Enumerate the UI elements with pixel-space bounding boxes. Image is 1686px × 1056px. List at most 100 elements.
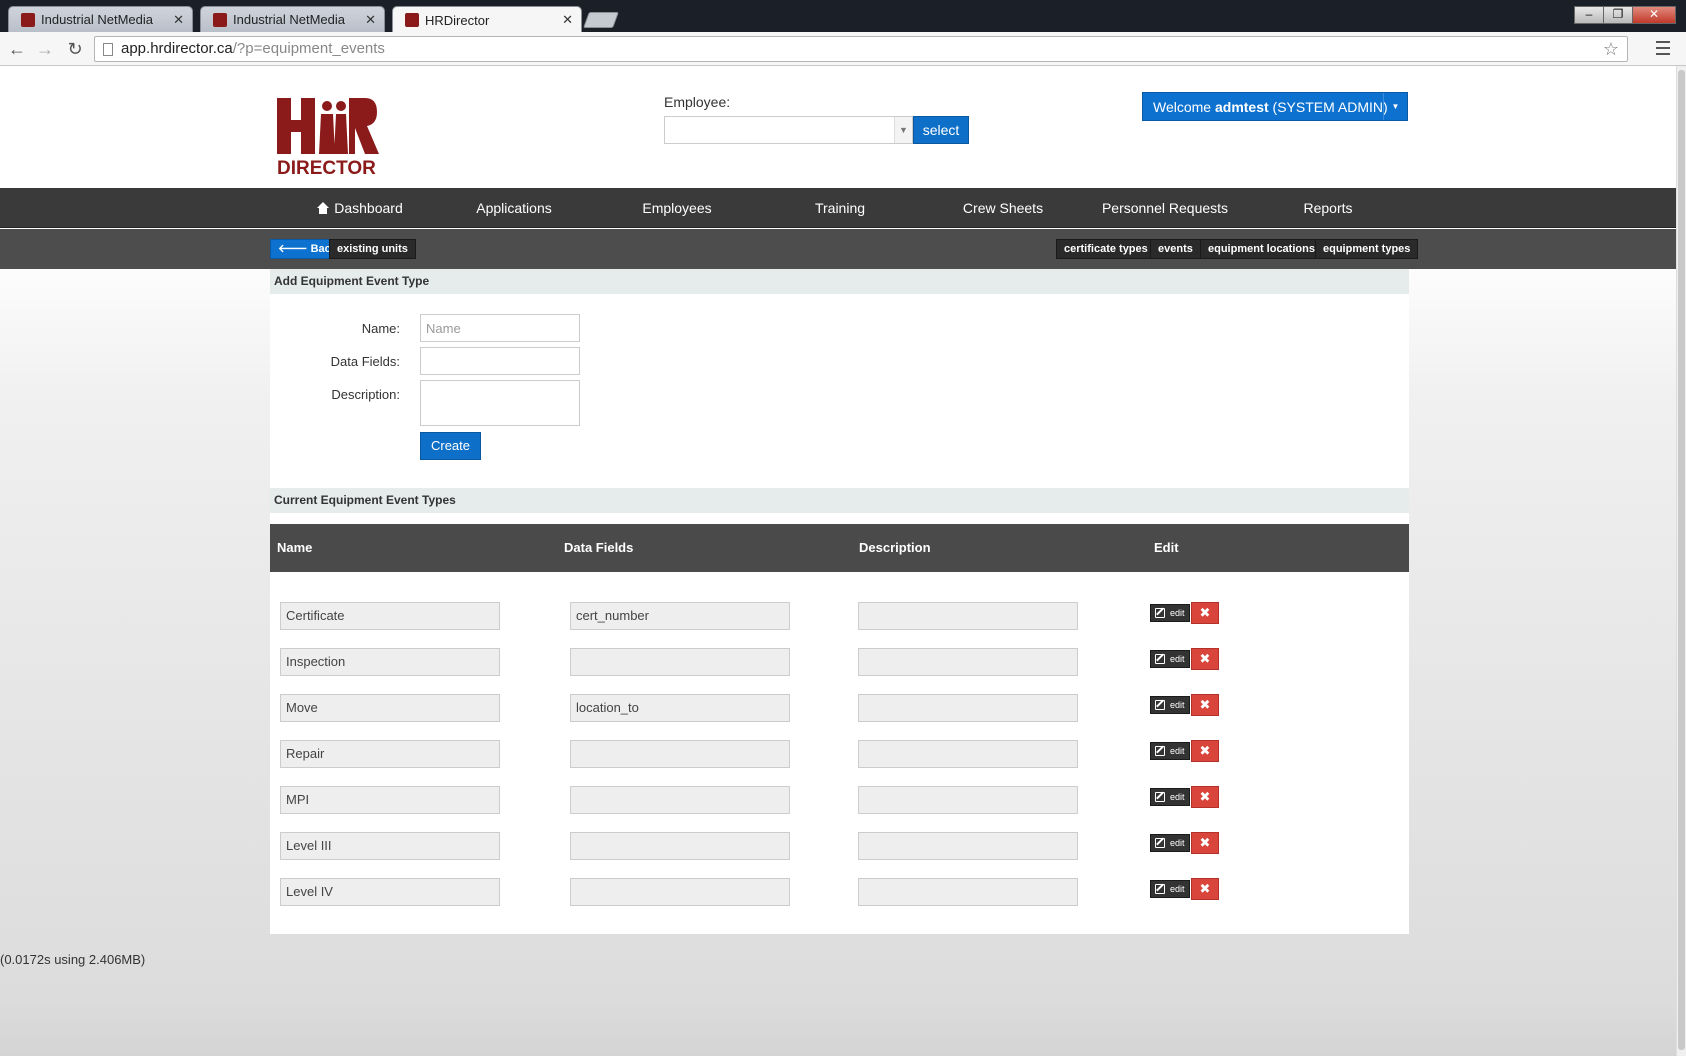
nav-employees[interactable]: Employees (617, 188, 737, 228)
delete-icon[interactable]: ✖ (1191, 740, 1219, 762)
home-icon (317, 202, 330, 214)
delete-icon[interactable]: ✖ (1191, 694, 1219, 716)
certificate-types-button[interactable]: certificate types (1056, 239, 1156, 259)
row-data-fields-field[interactable] (570, 648, 790, 676)
nav-applications[interactable]: Applications (454, 188, 574, 228)
delete-icon[interactable]: ✖ (1191, 878, 1219, 900)
row-data-fields-field[interactable] (570, 786, 790, 814)
data-fields-input[interactable] (420, 347, 580, 375)
row-data-fields-field[interactable] (570, 740, 790, 768)
table-row: Move location_to edit ✖ (270, 694, 1409, 722)
tab-close-icon[interactable]: ✕ (562, 12, 573, 28)
row-name-field[interactable]: MPI (280, 786, 500, 814)
welcome-role: (SYSTEM ADMIN) (1268, 99, 1388, 115)
row-name-field[interactable]: Level IV (280, 878, 500, 906)
events-button[interactable]: events (1150, 239, 1201, 259)
chevron-down-icon[interactable]: ▼ (1383, 93, 1407, 120)
equipment-locations-button[interactable]: equipment locations (1200, 239, 1323, 259)
edit-icon (1155, 654, 1165, 664)
name-input[interactable] (420, 314, 580, 342)
delete-icon[interactable]: ✖ (1191, 786, 1219, 808)
edit-button[interactable]: edit (1150, 604, 1190, 622)
row-name-field[interactable]: Repair (280, 740, 500, 768)
nav-dashboard[interactable]: Dashboard (300, 188, 420, 228)
edit-button[interactable]: edit (1150, 834, 1190, 852)
edit-icon (1155, 608, 1165, 618)
back-arrow-icon[interactable]: ← (6, 38, 28, 60)
page-scrollbar[interactable] (1676, 66, 1686, 1056)
tab-close-icon[interactable]: ✕ (173, 12, 184, 28)
main-navigation: Dashboard Applications Employees Trainin… (0, 188, 1676, 228)
edit-label: edit (1170, 792, 1185, 802)
row-data-fields-field[interactable] (570, 832, 790, 860)
row-description-field[interactable] (858, 694, 1078, 722)
dropdown-arrow-icon[interactable]: ▼ (894, 117, 912, 143)
nav-personnel-requests[interactable]: Personnel Requests (1090, 188, 1240, 228)
row-name-field[interactable]: Inspection (280, 648, 500, 676)
table-row: Repair edit ✖ (270, 740, 1409, 768)
new-tab-button[interactable] (583, 12, 619, 28)
hrdirector-logo[interactable]: DIRECTOR (275, 96, 379, 179)
window-close-button[interactable]: ✕ (1632, 6, 1676, 24)
row-description-field[interactable] (858, 786, 1078, 814)
tab-close-icon[interactable]: ✕ (365, 12, 376, 28)
nav-label: Dashboard (334, 200, 403, 216)
row-description-field[interactable] (858, 740, 1078, 768)
browser-tab-active[interactable]: HRDirector ✕ (392, 6, 582, 33)
edit-button[interactable]: edit (1150, 696, 1190, 714)
bookmark-star-icon[interactable]: ☆ (1603, 37, 1619, 61)
site-favicon-icon (21, 12, 35, 27)
create-button[interactable]: Create (420, 432, 481, 460)
url-host: app.hrdirector.ca (121, 40, 233, 57)
scrollbar-thumb[interactable] (1678, 70, 1685, 1050)
column-header-edit: Edit (1154, 540, 1179, 555)
existing-units-button[interactable]: existing units (329, 239, 416, 259)
forward-arrow-icon[interactable]: → (34, 38, 56, 60)
browser-menu-icon[interactable] (1656, 41, 1670, 55)
description-label: Description: (331, 387, 400, 402)
row-description-field[interactable] (858, 648, 1078, 676)
content-panel: Add Equipment Event Type Name: Data Fiel… (270, 269, 1409, 934)
edit-icon (1155, 746, 1165, 756)
row-name-field[interactable]: Level III (280, 832, 500, 860)
edit-button[interactable]: edit (1150, 788, 1190, 806)
page-icon (103, 43, 113, 56)
edit-label: edit (1170, 746, 1185, 756)
edit-button[interactable]: edit (1150, 742, 1190, 760)
table-row: Level III edit ✖ (270, 832, 1409, 860)
employee-select[interactable]: ▼ (664, 116, 913, 144)
address-bar[interactable]: app.hrdirector.ca/?p=equipment_events ☆ (94, 36, 1628, 62)
edit-button[interactable]: edit (1150, 650, 1190, 668)
row-data-fields-field[interactable]: cert_number (570, 602, 790, 630)
row-data-fields-field[interactable] (570, 878, 790, 906)
delete-icon[interactable]: ✖ (1191, 648, 1219, 670)
nav-training[interactable]: Training (780, 188, 900, 228)
equipment-types-button[interactable]: equipment types (1315, 239, 1419, 259)
description-textarea[interactable] (420, 380, 580, 426)
nav-reports[interactable]: Reports (1268, 188, 1388, 228)
delete-icon[interactable]: ✖ (1191, 602, 1219, 624)
row-name-field[interactable]: Certificate (280, 602, 500, 630)
edit-button[interactable]: edit (1150, 880, 1190, 898)
delete-icon[interactable]: ✖ (1191, 832, 1219, 854)
table-row: Certificate cert_number edit ✖ (270, 602, 1409, 630)
browser-tab[interactable]: Industrial NetMedia ✕ (200, 6, 385, 32)
row-name-field[interactable]: Move (280, 694, 500, 722)
minimize-button[interactable]: – (1574, 6, 1604, 24)
maximize-button[interactable]: ❐ (1603, 6, 1633, 24)
column-header-data-fields: Data Fields (564, 540, 634, 555)
edit-label: edit (1170, 608, 1185, 618)
welcome-prefix: Welcome (1153, 99, 1215, 115)
row-description-field[interactable] (858, 878, 1078, 906)
select-employee-button[interactable]: select (913, 116, 969, 144)
row-description-field[interactable] (858, 602, 1078, 630)
row-description-field[interactable] (858, 832, 1078, 860)
browser-tab[interactable]: Industrial NetMedia ✕ (8, 6, 193, 32)
data-fields-label: Data Fields: (330, 354, 400, 369)
reload-icon[interactable]: ↻ (64, 38, 86, 60)
nav-crew-sheets[interactable]: Crew Sheets (943, 188, 1063, 228)
row-data-fields-field[interactable]: location_to (570, 694, 790, 722)
welcome-user-button[interactable]: Welcome admtest (SYSTEM ADMIN) ▼ (1142, 92, 1408, 121)
browser-tabstrip: Industrial NetMedia ✕ Industrial NetMedi… (0, 0, 1686, 33)
url-path: /?p=equipment_events (232, 40, 385, 57)
